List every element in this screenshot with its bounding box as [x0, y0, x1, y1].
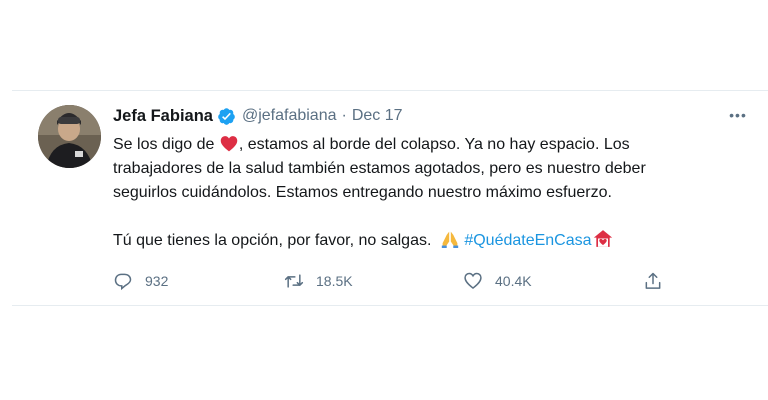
- tweet-line-3: seguirlos cuidándolos. Estamos entregand…: [113, 184, 612, 201]
- tweet-line-4: Tú que tienes la opción, por favor, no s…: [113, 229, 733, 253]
- share-icon: [645, 272, 661, 289]
- tweet-text: Se los digo de , estamos al borde del co…: [113, 133, 733, 253]
- more-options-label: •••: [729, 107, 747, 123]
- tweet-header: Jefa Fabiana @jefafabiana · Dec 17: [113, 105, 403, 127]
- hashtag-link[interactable]: #QuédateEnCasa: [464, 232, 591, 249]
- tweet-date[interactable]: Dec 17: [352, 107, 403, 125]
- reply-button[interactable]: 932: [113, 269, 168, 293]
- tweet-actions: 932 18.5K 40.4K: [113, 269, 673, 293]
- more-options-icon[interactable]: •••: [726, 105, 750, 125]
- retweet-icon: [284, 274, 304, 288]
- verified-badge-icon: [217, 107, 236, 126]
- reply-icon: [114, 273, 132, 291]
- tweet-line-1-end: , estamos al borde del colapso. Ya no ha…: [238, 136, 630, 153]
- tweet-line-1-start: Se los digo de: [113, 136, 219, 153]
- author-avatar[interactable]: [38, 105, 101, 168]
- tweet-line-2: trabajadores de la salud también estamos…: [113, 160, 646, 177]
- header-separator: ·: [341, 107, 347, 124]
- retweet-button[interactable]: 18.5K: [284, 269, 353, 293]
- retweet-count: 18.5K: [316, 273, 353, 289]
- author-name[interactable]: Jefa Fabiana: [113, 107, 213, 126]
- folded-hands-emoji-icon: [440, 230, 460, 256]
- tweet-card[interactable]: Jefa Fabiana @jefafabiana · Dec 17 ••• S…: [12, 90, 768, 306]
- heart-outline-icon: [464, 272, 482, 290]
- house-heart-emoji-icon: [593, 229, 613, 256]
- tweet-line-4-text: Tú que tienes la opción, por favor, no s…: [113, 232, 436, 249]
- author-handle[interactable]: @jefafabiana: [242, 107, 337, 125]
- reply-count: 932: [145, 273, 169, 289]
- tweet-line-1: Se los digo de , estamos al borde del co…: [113, 133, 733, 157]
- like-button[interactable]: 40.4K: [463, 269, 532, 293]
- like-count: 40.4K: [495, 273, 532, 289]
- share-button[interactable]: [643, 269, 675, 293]
